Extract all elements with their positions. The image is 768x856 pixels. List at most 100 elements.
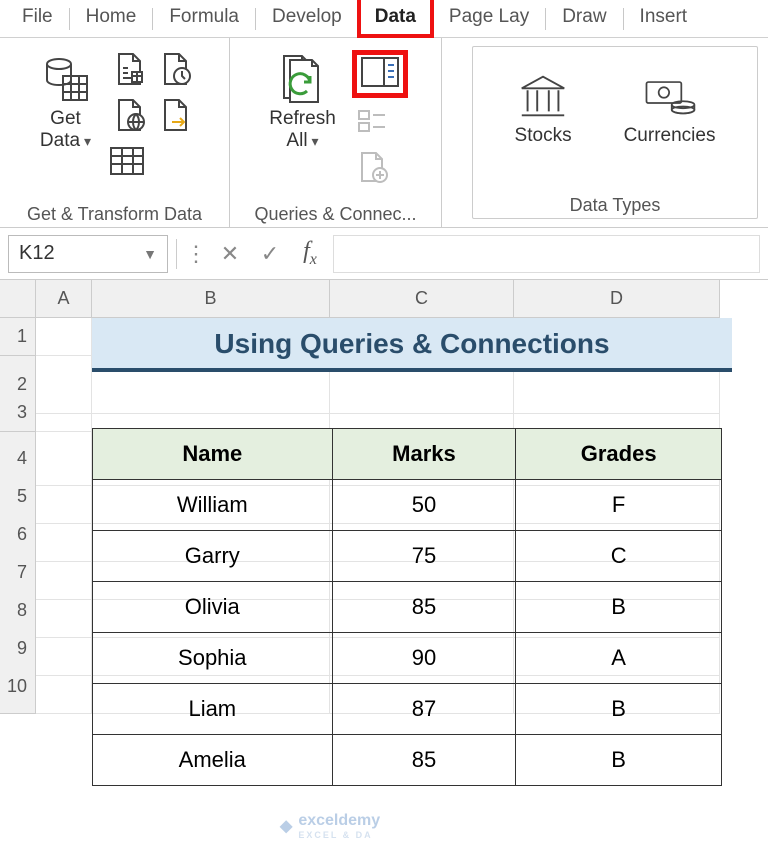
enter-formula-button[interactable]: ✓ bbox=[253, 237, 287, 271]
tab-develop[interactable]: Develop bbox=[258, 2, 356, 36]
tab-data[interactable]: Data bbox=[361, 2, 430, 36]
col-header-A[interactable]: A bbox=[36, 280, 92, 318]
bank-icon bbox=[516, 69, 570, 123]
cell[interactable]: F bbox=[516, 480, 722, 531]
sheet-title: Using Queries & Connections bbox=[92, 318, 732, 372]
table-row: William 50 F bbox=[93, 480, 722, 531]
data-table: Name Marks Grades William 50 F Garry 75 … bbox=[92, 428, 722, 786]
cell[interactable]: 85 bbox=[332, 582, 516, 633]
cancel-formula-button[interactable]: ✕ bbox=[213, 237, 247, 271]
file-globe-icon bbox=[114, 98, 146, 137]
existing-connections-button[interactable] bbox=[155, 96, 197, 138]
logo-icon: ◆ bbox=[280, 816, 292, 836]
tab-formula[interactable]: Formula bbox=[155, 2, 253, 36]
cell[interactable]: B bbox=[516, 684, 722, 735]
table-row: Sophia 90 A bbox=[93, 633, 722, 684]
tab-draw[interactable]: Draw bbox=[548, 2, 620, 36]
cell[interactable]: A bbox=[516, 633, 722, 684]
from-table-range-button[interactable] bbox=[109, 142, 151, 184]
cell[interactable]: 75 bbox=[332, 531, 516, 582]
tab-pagelayout[interactable]: Page Lay bbox=[435, 2, 543, 36]
x-icon: ✕ bbox=[221, 241, 239, 267]
cell[interactable]: 50 bbox=[332, 480, 516, 531]
table-row: Garry 75 C bbox=[93, 531, 722, 582]
row-header[interactable]: 1 bbox=[0, 318, 36, 356]
watermark-sub: EXCEL & DA bbox=[298, 830, 380, 840]
check-icon: ✓ bbox=[261, 241, 279, 267]
cell[interactable]: 85 bbox=[332, 735, 516, 786]
dots-icon: ⋮ bbox=[185, 241, 207, 267]
col-header-C[interactable]: C bbox=[330, 280, 514, 318]
cell[interactable]: Garry bbox=[93, 531, 333, 582]
group-queries-connections: Refresh All bbox=[230, 38, 442, 227]
row-header[interactable]: 10 bbox=[0, 660, 36, 714]
formula-bar: K12 ▼ ⋮ ✕ ✓ fx bbox=[0, 228, 768, 280]
menu-bar: File Home Formula Develop Data Page Lay … bbox=[0, 0, 768, 38]
group-title-get-transform: Get & Transform Data bbox=[8, 204, 221, 225]
table-icon bbox=[109, 146, 145, 181]
queries-connections-button[interactable] bbox=[352, 50, 408, 98]
name-box-value: K12 bbox=[19, 242, 55, 265]
file-clock-icon bbox=[160, 52, 192, 91]
cell[interactable]: B bbox=[516, 735, 722, 786]
cell[interactable]: Olivia bbox=[93, 582, 333, 633]
chevron-down-icon: ▼ bbox=[143, 246, 157, 262]
table-header-row: Name Marks Grades bbox=[93, 429, 722, 480]
formula-input[interactable] bbox=[333, 235, 760, 273]
select-all-corner[interactable] bbox=[0, 280, 36, 318]
get-data-button[interactable]: Get Data bbox=[33, 50, 99, 154]
from-web-button[interactable] bbox=[109, 96, 151, 138]
file-text-icon bbox=[114, 52, 146, 91]
currencies-label: Currencies bbox=[624, 125, 716, 147]
watermark-text: exceldemy bbox=[298, 812, 380, 829]
sheet-content: Using Queries & Connections Name Marks G… bbox=[92, 318, 732, 786]
refresh-all-button[interactable]: Refresh All bbox=[263, 50, 342, 154]
insert-function-button[interactable]: fx bbox=[293, 237, 327, 271]
currencies-button[interactable]: Currencies bbox=[618, 67, 722, 149]
table-row: Olivia 85 B bbox=[93, 582, 722, 633]
queries-pane-icon bbox=[360, 56, 400, 93]
table-row: Liam 87 B bbox=[93, 684, 722, 735]
col-header-D[interactable]: D bbox=[514, 280, 720, 318]
refresh-icon bbox=[276, 52, 330, 106]
ribbon: Get Data bbox=[0, 38, 768, 228]
get-data-label: Get Data bbox=[40, 108, 91, 152]
col-header-B[interactable]: B bbox=[92, 280, 330, 318]
name-box[interactable]: K12 ▼ bbox=[8, 235, 168, 273]
stocks-button[interactable]: Stocks bbox=[509, 67, 578, 149]
tab-file[interactable]: File bbox=[8, 2, 67, 36]
edit-links-icon bbox=[358, 151, 388, 188]
cell[interactable]: Liam bbox=[93, 684, 333, 735]
tab-data-label: Data bbox=[375, 6, 416, 27]
cell[interactable]: Amelia bbox=[93, 735, 333, 786]
table-row: Amelia 85 B bbox=[93, 735, 722, 786]
fx-icon: fx bbox=[303, 238, 317, 269]
table-header: Marks bbox=[332, 429, 516, 480]
cell[interactable]: Sophia bbox=[93, 633, 333, 684]
row-header[interactable]: 3 bbox=[0, 394, 36, 432]
file-arrow-icon bbox=[160, 98, 192, 137]
table-header: Name bbox=[93, 429, 333, 480]
cell[interactable]: William bbox=[93, 480, 333, 531]
refresh-all-label: Refresh All bbox=[269, 108, 336, 152]
from-text-csv-button[interactable] bbox=[109, 50, 151, 92]
watermark: ◆ exceldemy EXCEL & DA bbox=[280, 812, 380, 840]
cell[interactable]: 90 bbox=[332, 633, 516, 684]
group-data-types: Stocks Currencies Data Types bbox=[472, 46, 758, 219]
table-header: Grades bbox=[516, 429, 722, 480]
recent-sources-button[interactable] bbox=[155, 50, 197, 92]
group-title-datatypes: Data Types bbox=[481, 195, 749, 216]
edit-links-button[interactable] bbox=[352, 148, 394, 190]
cell[interactable]: C bbox=[516, 531, 722, 582]
group-get-transform: Get Data bbox=[0, 38, 230, 227]
cell[interactable]: 87 bbox=[332, 684, 516, 735]
database-icon bbox=[39, 52, 93, 106]
group-title-queries: Queries & Connec... bbox=[238, 204, 433, 225]
tab-home[interactable]: Home bbox=[72, 2, 151, 36]
properties-button[interactable] bbox=[352, 102, 394, 144]
cell[interactable]: B bbox=[516, 582, 722, 633]
properties-icon bbox=[357, 107, 389, 140]
stocks-label: Stocks bbox=[515, 125, 572, 147]
tab-insert[interactable]: Insert bbox=[626, 2, 702, 36]
currencies-icon bbox=[643, 69, 697, 123]
